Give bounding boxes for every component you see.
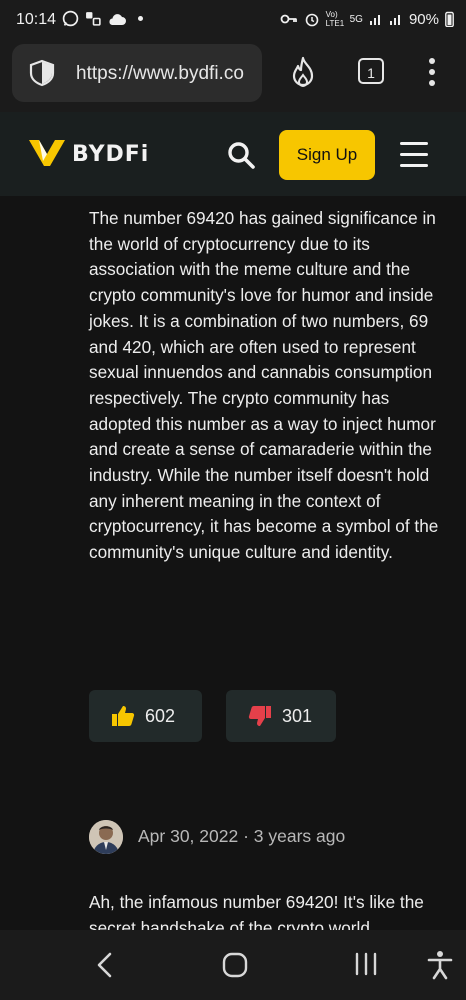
- home-icon[interactable]: [222, 952, 248, 978]
- browser-menu-icon[interactable]: [428, 58, 436, 88]
- battery-icon: [445, 11, 454, 27]
- network-label: Vo) LTE1: [325, 10, 345, 28]
- post-date: Apr 30, 2022 · 3 years ago: [138, 826, 346, 846]
- site-header: BYDFi Sign Up: [0, 112, 466, 196]
- bydfi-logo-icon: [29, 140, 65, 166]
- logo-text: BYDFi: [72, 141, 150, 167]
- dislike-button[interactable]: 301: [226, 690, 336, 742]
- recent-apps-icon[interactable]: [354, 952, 378, 976]
- flame-icon[interactable]: [288, 56, 318, 88]
- url-text[interactable]: https://www.bydfi.co: [76, 63, 262, 85]
- user-avatar-icon: [89, 820, 123, 854]
- bydfi-logo[interactable]: BYDFi: [28, 138, 149, 170]
- signal-icon-2: [389, 15, 400, 25]
- alarm-icon: [305, 13, 318, 27]
- system-nav-bar: [0, 930, 466, 1000]
- address-bar[interactable]: https://www.bydfi.co: [12, 44, 262, 102]
- accessibility-icon[interactable]: [427, 950, 453, 980]
- status-bar: 10:14 Vo) LTE1 5G 90%: [0, 0, 466, 40]
- cloud-icon: [109, 13, 126, 25]
- link-icon: [86, 12, 101, 26]
- main-content: The number 69420 has gained significance…: [0, 196, 466, 930]
- battery-level: 90%: [408, 10, 439, 28]
- status-time: 10:14: [16, 11, 57, 28]
- signal-type-label: 5G: [349, 13, 363, 25]
- like-button[interactable]: 602: [89, 690, 202, 742]
- whatsapp-icon: [62, 10, 79, 27]
- avatar[interactable]: [89, 820, 123, 854]
- signup-button[interactable]: Sign Up: [279, 130, 375, 180]
- tab-count-button[interactable]: 1: [358, 58, 384, 84]
- notification-icons: [62, 10, 143, 27]
- shield-icon[interactable]: [28, 59, 56, 87]
- back-icon[interactable]: [96, 952, 114, 978]
- thumbs-up-icon: [112, 706, 135, 726]
- signal-icon: [369, 15, 380, 25]
- thumbs-down-icon: [248, 706, 271, 726]
- more-notifications-dot-icon: [138, 16, 143, 21]
- like-count: 602: [145, 705, 176, 726]
- hamburger-menu-icon[interactable]: [400, 142, 428, 167]
- search-icon[interactable]: [226, 140, 256, 170]
- status-right: Vo) LTE1 5G 90%: [280, 10, 454, 28]
- browser-toolbar: https://www.bydfi.co 1: [0, 40, 466, 112]
- answer-text: The number 69420 has gained significance…: [89, 208, 439, 563]
- key-icon: [280, 14, 297, 24]
- next-answer-text: Ah, the infamous number 69420! It's like…: [89, 892, 424, 930]
- dislike-count: 301: [282, 705, 313, 726]
